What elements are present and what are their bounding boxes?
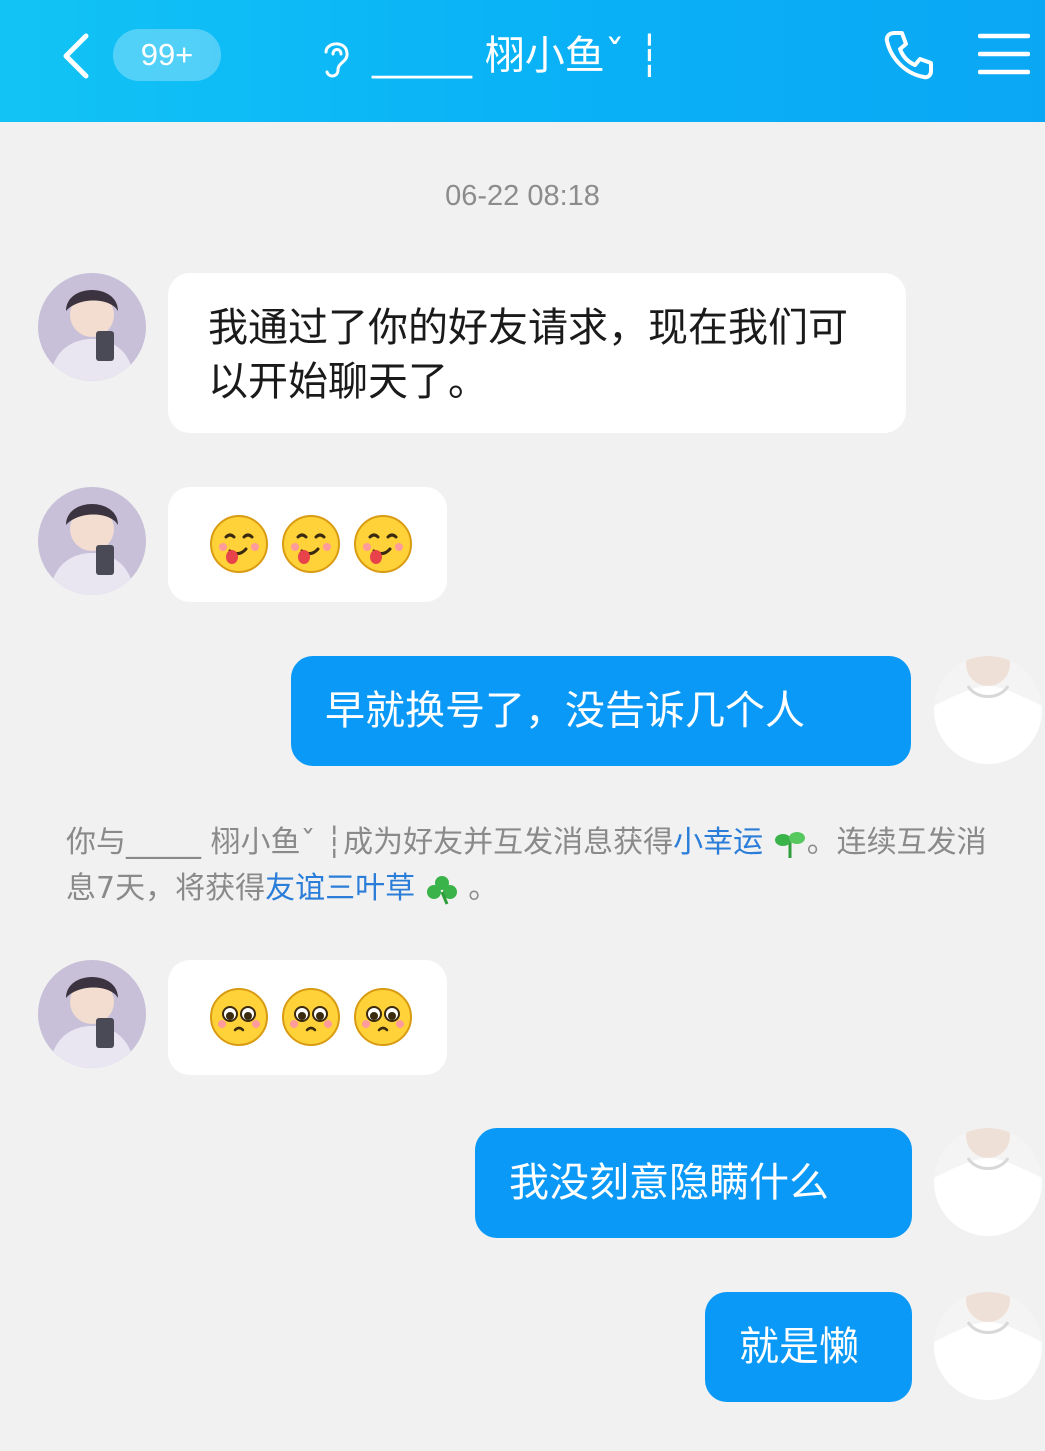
contact-avatar[interactable]: [38, 960, 146, 1068]
notice-text: 。: [468, 871, 499, 906]
tongue-face-emoji: [352, 513, 414, 575]
user-avatar[interactable]: [934, 1292, 1042, 1400]
menu-icon[interactable]: [978, 32, 1030, 76]
message-text: 就是懒: [739, 1324, 859, 1370]
tongue-face-emoji: [280, 513, 342, 575]
tongue-face-emoji: [208, 513, 270, 575]
back-icon[interactable]: [58, 32, 94, 80]
clover-link[interactable]: 友谊三叶草: [265, 871, 415, 906]
phone-icon[interactable]: [882, 28, 936, 82]
pleading-face-emoji: [208, 986, 270, 1048]
outgoing-message-bubble[interactable]: 就是懒: [705, 1292, 912, 1402]
friendship-system-notice: 你与_____ 栩小鱼ˇ ┆成为好友并互发消息获得小幸运 。连续互发消息7天，将…: [66, 820, 996, 912]
contact-name-title[interactable]: _____ 栩小鱼ˇ ┆: [372, 26, 662, 86]
lucky-link[interactable]: 小幸运: [673, 825, 763, 860]
pleading-face-emoji: [352, 986, 414, 1048]
incoming-emoji-bubble[interactable]: [168, 960, 447, 1075]
contact-avatar[interactable]: [38, 273, 146, 381]
contact-avatar[interactable]: [38, 487, 146, 595]
user-avatar[interactable]: [934, 1128, 1042, 1236]
ear-icon[interactable]: [316, 36, 356, 80]
incoming-emoji-bubble[interactable]: [168, 487, 447, 602]
user-avatar[interactable]: [934, 656, 1042, 764]
chat-header: 99+ _____ 栩小鱼ˇ ┆: [0, 0, 1045, 122]
message-text: 我没刻意隐瞒什么: [509, 1160, 829, 1206]
message-text: 早就换号了，没告诉几个人: [325, 688, 805, 734]
sprout-icon: [773, 825, 807, 860]
unread-count-badge[interactable]: 99+: [113, 29, 221, 81]
message-timestamp: 06-22 08:18: [445, 180, 600, 212]
outgoing-message-bubble[interactable]: 我没刻意隐瞒什么: [475, 1128, 912, 1238]
notice-text: 你与_____ 栩小鱼ˇ ┆成为好友并互发消息获得: [66, 825, 674, 860]
pleading-face-emoji: [280, 986, 342, 1048]
incoming-message-bubble[interactable]: 我通过了你的好友请求，现在我们可以开始聊天了。: [168, 273, 906, 433]
clover-icon: [425, 871, 459, 906]
outgoing-message-bubble[interactable]: 早就换号了，没告诉几个人: [291, 656, 911, 766]
message-text: 我通过了你的好友请求，现在我们可以开始聊天了。: [208, 305, 848, 405]
